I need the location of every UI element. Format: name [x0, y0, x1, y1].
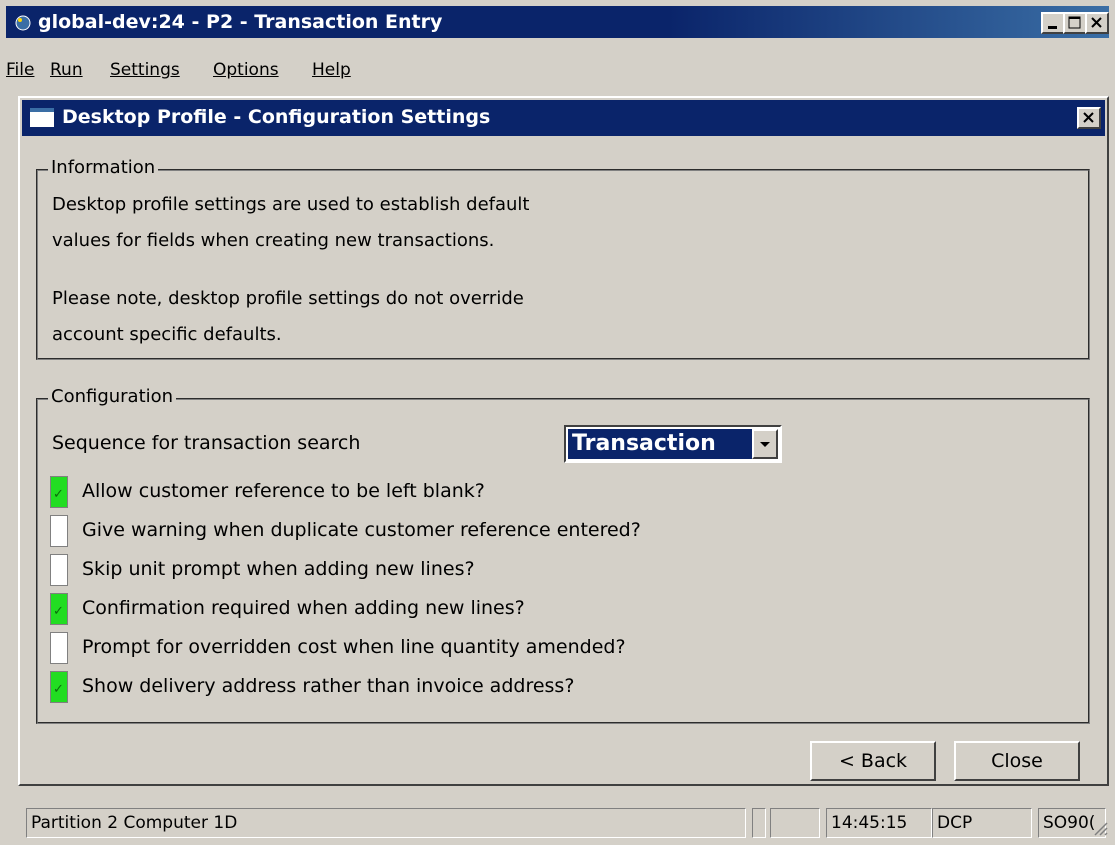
back-button[interactable]: < Back	[810, 741, 936, 781]
configuration-group-title: Configuration	[48, 386, 177, 407]
status-partition: Partition 2 Computer 1D	[26, 808, 746, 838]
close-button[interactable]: Close	[954, 741, 1080, 781]
checkbox-duplicate-warning[interactable]	[50, 515, 68, 547]
menu-bar: File Run Settings Options Help	[6, 58, 1109, 88]
checkbox-label: Prompt for overridden cost when line qua…	[82, 636, 626, 658]
dialog-close-button[interactable]	[1077, 107, 1101, 129]
dialog-window-icon	[30, 108, 54, 127]
check-icon: ✓	[53, 682, 64, 697]
check-icon: ✓	[53, 604, 64, 619]
menu-options[interactable]: Options	[213, 60, 279, 80]
info-text-line-2: values for fields when creating new tran…	[52, 230, 495, 251]
sequence-label: Sequence for transaction search	[52, 432, 361, 454]
checkbox-skip-unit-prompt[interactable]	[50, 554, 68, 586]
app-icon	[15, 15, 31, 31]
checkbox-show-delivery-address[interactable]: ✓	[50, 671, 68, 703]
checkbox-label: Show delivery address rather than invoic…	[82, 675, 575, 697]
checkbox-label: Give warning when duplicate customer ref…	[82, 519, 641, 541]
minimize-icon	[1048, 26, 1057, 29]
check-icon: ✓	[53, 487, 64, 502]
sequence-select-value: Transaction	[568, 429, 754, 459]
checkbox-label: Allow customer reference to be left blan…	[82, 480, 485, 502]
status-panel-empty-1	[752, 808, 766, 838]
checkbox-confirmation-required[interactable]: ✓	[50, 593, 68, 625]
information-group-title: Information	[48, 157, 159, 178]
sequence-select[interactable]: Transaction	[564, 425, 782, 463]
info-text-line-1: Desktop profile settings are used to est…	[52, 194, 530, 215]
info-text-line-4: account specific defaults.	[52, 324, 282, 345]
checkbox-allow-blank-reference[interactable]: ✓	[50, 476, 68, 508]
status-mode: DCP	[932, 808, 1032, 838]
close-window-button[interactable]	[1085, 12, 1109, 34]
dialog-titlebar[interactable]: Desktop Profile - Configuration Settings	[22, 100, 1105, 136]
menu-run[interactable]: Run	[50, 60, 83, 80]
resize-grip-icon[interactable]	[1092, 820, 1108, 836]
status-time: 14:45:15	[826, 808, 932, 838]
window-titlebar[interactable]: global-dev:24 - P2 - Transaction Entry	[6, 6, 1109, 38]
checkbox-overridden-cost-prompt[interactable]	[50, 632, 68, 664]
sequence-dropdown-button[interactable]	[752, 429, 778, 459]
status-bar: Partition 2 Computer 1D 14:45:15 DCP SO9…	[6, 806, 1109, 840]
status-panel-empty-2	[770, 808, 820, 838]
maximize-icon	[1068, 16, 1081, 29]
checkbox-label: Skip unit prompt when adding new lines?	[82, 558, 475, 580]
window-title: global-dev:24 - P2 - Transaction Entry	[38, 11, 443, 33]
menu-settings[interactable]: Settings	[110, 60, 180, 80]
dialog-title: Desktop Profile - Configuration Settings	[62, 106, 491, 128]
chevron-down-icon	[760, 442, 770, 447]
maximize-button[interactable]	[1063, 12, 1087, 34]
checkbox-label: Confirmation required when adding new li…	[82, 597, 525, 619]
close-icon	[1091, 17, 1102, 28]
menu-help[interactable]: Help	[312, 60, 351, 80]
info-text-line-3: Please note, desktop profile settings do…	[52, 288, 524, 309]
menu-file[interactable]: File	[6, 60, 34, 80]
close-icon	[1083, 112, 1094, 123]
minimize-button[interactable]	[1041, 12, 1065, 34]
